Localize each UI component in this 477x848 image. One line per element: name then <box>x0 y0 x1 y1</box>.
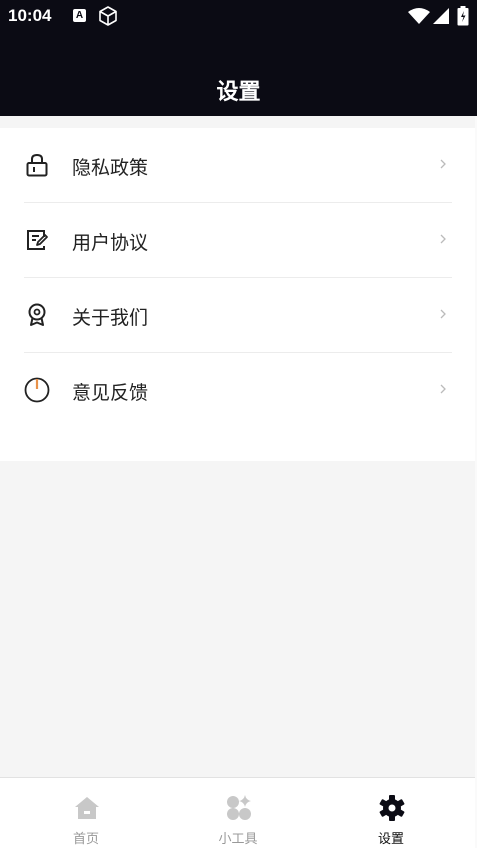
signal-icon <box>433 8 449 24</box>
power-icon <box>24 377 50 403</box>
app-header: 设置 <box>0 34 477 116</box>
settings-item-label: 意见反馈 <box>72 382 149 404</box>
home-icon <box>75 797 99 819</box>
tab-home[interactable]: 首页 <box>26 778 146 848</box>
chevron-right-icon <box>440 309 446 319</box>
bottom-nav: 首页 小工具 设置 <box>0 777 475 848</box>
battery-icon <box>457 6 469 26</box>
tab-label: 首页 <box>72 832 99 847</box>
settings-item-user-agreement[interactable]: 用户协议 <box>24 203 452 278</box>
settings-item-privacy-policy[interactable]: 隐私政策 <box>24 128 452 203</box>
settings-list: 隐私政策 用户协议 关于我们 意见反馈 <box>0 128 475 461</box>
lock-icon <box>26 153 48 177</box>
tab-tools[interactable]: 小工具 <box>178 778 298 848</box>
tab-label: 小工具 <box>218 832 258 847</box>
tab-label: 设置 <box>377 832 404 847</box>
notification-a-icon: A <box>73 9 86 22</box>
edit-document-icon <box>27 230 48 250</box>
wifi-icon <box>408 8 430 24</box>
page-title: 设置 <box>216 80 261 105</box>
status-time: 10:04 <box>8 6 52 25</box>
chevron-right-icon <box>440 159 446 169</box>
settings-item-about-us[interactable]: 关于我们 <box>24 278 452 353</box>
settings-item-label: 用户协议 <box>72 232 149 254</box>
award-icon <box>28 303 46 326</box>
settings-item-label: 隐私政策 <box>72 157 149 179</box>
status-bar: 10:04 A <box>0 0 477 34</box>
settings-item-feedback[interactable]: 意见反馈 <box>24 353 452 428</box>
chevron-right-icon <box>440 234 446 244</box>
cube-icon <box>99 6 117 26</box>
tools-icon <box>227 795 251 820</box>
chevron-right-icon <box>440 384 446 394</box>
settings-item-label: 关于我们 <box>72 307 149 329</box>
tab-settings[interactable]: 设置 <box>331 778 451 848</box>
settings-gear-icon <box>379 795 405 821</box>
